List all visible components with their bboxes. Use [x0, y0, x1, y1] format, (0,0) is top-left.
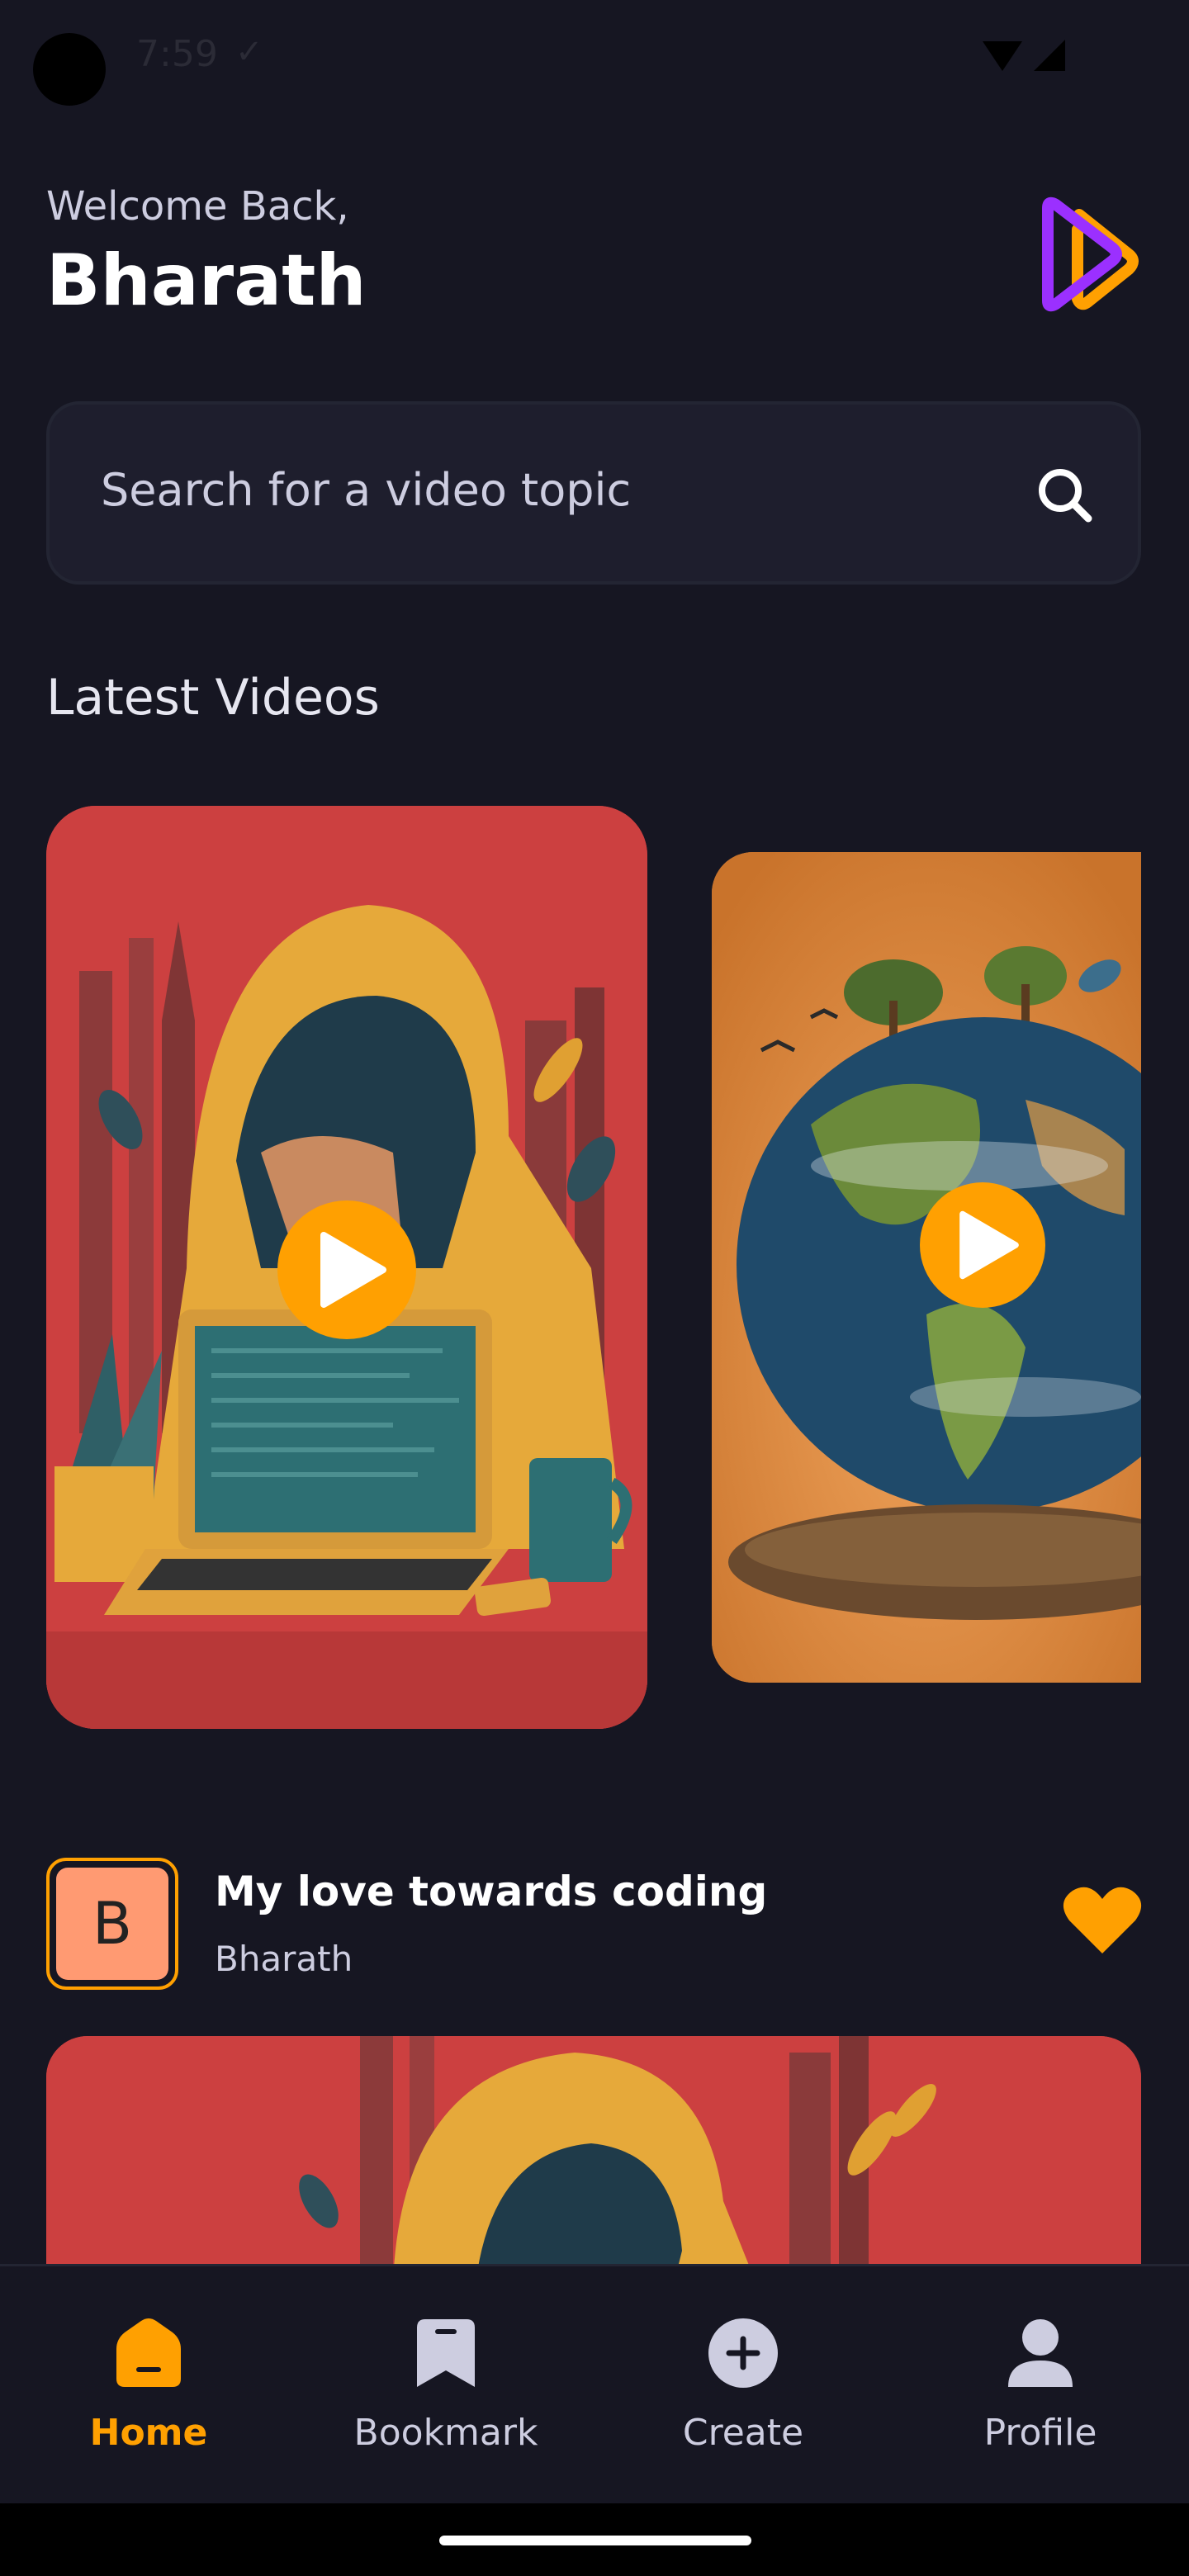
username-heading: Bharath [46, 239, 367, 322]
tab-bookmark-label: Bookmark [353, 2412, 538, 2454]
tab-profile-label: Profile [983, 2412, 1097, 2454]
play-button[interactable] [920, 1182, 1045, 1308]
latest-videos-heading: Latest Videos [46, 669, 380, 727]
video-author: Bharath [215, 1939, 353, 1979]
bottom-tab-bar: Home Bookmark Create Profile [0, 2264, 1189, 2506]
tab-home-label: Home [89, 2412, 208, 2454]
video-card-coding[interactable] [46, 806, 647, 1729]
search-icon[interactable] [1032, 462, 1098, 528]
app-logo-icon [1042, 197, 1139, 312]
plus-icon [708, 2318, 778, 2388]
tab-create-label: Create [682, 2412, 804, 2454]
heart-icon[interactable] [1061, 1882, 1144, 1957]
home-indicator[interactable] [439, 2536, 751, 2545]
tab-profile[interactable]: Profile [917, 2266, 1164, 2506]
video-card-earth[interactable] [712, 852, 1141, 1683]
home-icon [116, 2318, 181, 2387]
tab-create[interactable]: Create [619, 2266, 867, 2506]
status-time: 7:59 [136, 33, 218, 75]
creator-avatar[interactable]: B [46, 1858, 178, 1990]
post-video-thumbnail[interactable] [46, 2036, 1141, 2284]
play-icon [320, 1232, 386, 1308]
status-check-icon: ✓ [235, 33, 263, 71]
search-input[interactable]: Search for a video topic [101, 464, 631, 516]
tab-bookmark[interactable]: Bookmark [322, 2266, 570, 2506]
camera-cutout [33, 33, 106, 106]
signal-icons [983, 40, 1065, 71]
bookmark-icon [417, 2319, 475, 2387]
welcome-text: Welcome Back, [46, 183, 349, 230]
search-field[interactable]: Search for a video topic [46, 401, 1141, 585]
video-thumbnail [46, 2036, 1141, 2284]
video-title: My love towards coding [215, 1868, 768, 1915]
play-icon [959, 1210, 1019, 1280]
profile-icon [1008, 2319, 1073, 2387]
play-button[interactable] [277, 1200, 416, 1339]
avatar-letter: B [56, 1868, 168, 1980]
status-bar: 7:59 ✓ [0, 0, 1189, 116]
tab-home[interactable]: Home [25, 2266, 272, 2506]
